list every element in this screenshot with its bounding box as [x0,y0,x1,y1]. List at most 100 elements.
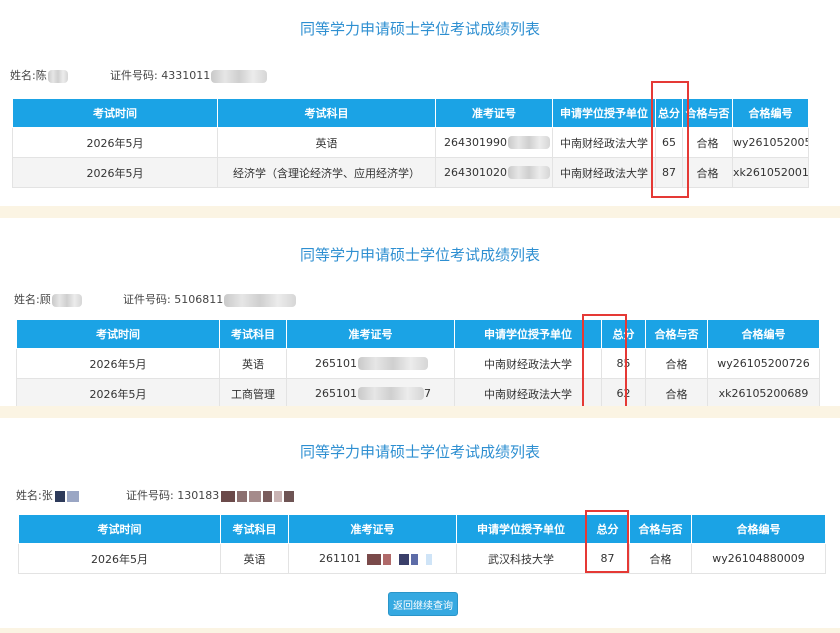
divider-band [0,206,840,218]
divider-band [0,628,840,633]
table-row: 2026年5月 经济学（含理论经济学、应用经济学） 264301020 中南财经… [12,157,809,188]
redacted-mask [274,490,283,502]
col-header: 考试时间 [16,319,220,349]
col-header: 合格与否 [629,514,692,544]
id-field: 证件号码: 130183 [126,487,295,503]
redacted-mask [47,69,68,83]
degree-unit: 中南财经政法大学 [454,378,602,406]
ticket-number: 265101 [286,348,455,379]
divider-band [0,406,840,418]
pass-status: 合格 [682,127,733,158]
col-header: 合格与否 [682,98,733,128]
col-header: 申请学位授予单位 [454,319,602,349]
exam-subject: 英语 [217,127,436,158]
name-label: 姓名: [10,69,36,82]
redacted-mask [358,387,424,401]
redacted-mask [284,490,295,502]
pass-code: wy26104880009 [691,543,826,574]
redacted-mask [211,69,268,83]
id-label: 证件号码: [126,489,174,502]
degree-unit: 中南财经政法大学 [552,127,656,158]
name-field: 姓名:顾 [14,291,82,307]
redacted-mask [224,293,297,307]
ticket-number-value: 265101 [315,386,357,400]
name-value: 顾 [39,293,51,306]
name-field: 姓名:张 [16,487,79,503]
exam-time: 2026年5月 [16,378,220,406]
name-label: 姓名: [14,293,40,306]
degree-unit: 中南财经政法大学 [454,348,602,379]
col-header: 考试科目 [219,319,287,349]
table-row: 2026年5月 英语 261101 武汉科技大学 87 合格 wy2610488… [18,543,826,574]
report-title: 同等学力申请硕士学位考试成绩列表 [299,20,540,38]
redacted-mask [66,490,79,502]
exam-time: 2026年5月 [12,127,218,158]
pass-status: 合格 [645,348,708,379]
redacted-mask [221,490,236,502]
col-header: 准考证号 [435,98,553,128]
score-highlight-box [582,314,627,406]
redacted-mask [249,490,262,502]
redacted-mask [411,553,418,565]
exam-subject: 经济学（含理论经济学、应用经济学） [217,157,436,188]
exam-time: 2026年5月 [12,157,218,188]
pass-code: xk26105200689 [707,378,820,406]
back-to-query-button[interactable]: 返回继续查询 [388,592,458,616]
name-value: 陈 [35,69,47,82]
table-row: 2026年5月 工商管理 265101 7 中南财经政法大学 62 合格 xk26… [16,378,820,406]
col-header: 考试时间 [12,98,218,128]
ticket-number-value: 261101 [319,552,361,565]
col-header: 考试科目 [217,98,436,128]
id-value: 4331011 [161,69,211,82]
exam-time: 2026年5月 [16,348,220,379]
ticket-number: 261101 [288,543,457,574]
pass-code: wy26105200726 [707,348,820,379]
id-label: 证件号码: [123,293,171,306]
exam-subject: 英语 [219,348,287,379]
name-value: 张 [41,489,53,502]
score-report-1: 同等学力申请硕士学位考试成绩列表 姓名:陈 证件号码: 4331011 考试时间… [0,0,840,206]
col-header: 合格编号 [732,98,809,128]
table-row: 2026年5月 英语 264301990 中南财经政法大学 65 合格 wy26… [12,127,809,158]
pass-status: 合格 [629,543,692,574]
redacted-mask [358,357,428,371]
col-header: 准考证号 [286,319,455,349]
report-title: 同等学力申请硕士学位考试成绩列表 [299,443,540,461]
id-field: 证件号码: 4331011 [110,67,268,83]
pass-status: 合格 [645,378,708,406]
score-highlight-box [585,510,629,573]
ticket-number: 264301020 [435,157,553,188]
score-report-2: 同等学力申请硕士学位考试成绩列表 姓名:顾 证件号码: 5106811 考试时间… [0,218,840,406]
name-label: 姓名: [16,489,42,502]
table-row: 2026年5月 英语 265101 中南财经政法大学 85 合格 wy26105… [16,348,820,379]
redacted-mask [263,490,273,502]
redacted-mask [51,293,82,307]
exam-subject: 工商管理 [219,378,287,406]
score-table: 考试时间 考试科目 准考证号 申请学位授予单位 总分 合格与否 合格编号 202… [12,98,809,188]
col-header: 考试科目 [220,514,289,544]
redacted-mask [383,553,391,565]
redacted-mask [367,553,381,565]
table-header: 考试时间 考试科目 准考证号 申请学位授予单位 总分 合格与否 合格编号 [12,98,809,128]
ticket-number-tail: 7 [424,386,431,400]
col-header: 合格编号 [691,514,826,544]
exam-subject: 英语 [220,543,289,574]
redacted-mask [54,490,65,502]
score-highlight-box [651,81,689,198]
ticket-number-value: 265101 [315,356,357,370]
score-table: 考试时间 考试科目 准考证号 申请学位授予单位 总分 合格与否 合格编号 202… [18,514,826,574]
col-header: 合格与否 [645,319,708,349]
redacted-mask [508,136,550,150]
col-header: 合格编号 [707,319,820,349]
exam-time: 2026年5月 [18,543,221,574]
ticket-number: 264301990 [435,127,553,158]
name-field: 姓名:陈 [10,67,68,83]
report-title: 同等学力申请硕士学位考试成绩列表 [299,246,540,264]
redacted-mask [426,553,432,565]
id-value: 5106811 [174,293,224,306]
col-header: 考试时间 [18,514,221,544]
pass-code: wy26105200526 [732,127,809,158]
degree-unit: 中南财经政法大学 [552,157,656,188]
id-value: 130183 [177,489,220,502]
score-table: 考试时间 考试科目 准考证号 申请学位授予单位 总分 合格与否 合格编号 202… [16,319,820,406]
